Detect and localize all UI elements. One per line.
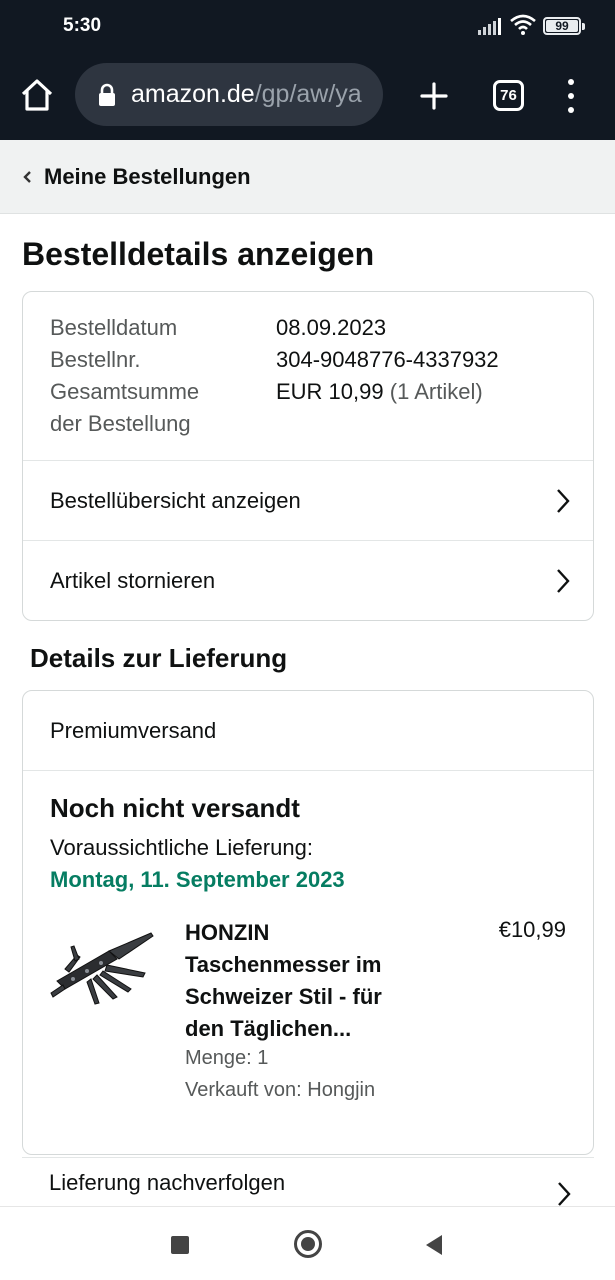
view-order-summary-link[interactable]: Bestellübersicht anzeigen (23, 460, 593, 540)
tabs-icon[interactable]: 76 (493, 80, 524, 111)
wifi-icon (510, 14, 536, 35)
lock-icon (99, 83, 115, 106)
order-total-items: (1 Artikel) (389, 379, 483, 404)
product-seller: Verkauft von: Hongjin (185, 1079, 376, 1101)
android-nav-bar (0, 1206, 615, 1280)
shipment-status: Noch nicht versandt (50, 793, 300, 823)
order-total-label-1: Gesamtsumme (50, 379, 200, 404)
product-quantity: Menge: 1 (185, 1047, 269, 1069)
signal-icon (478, 17, 502, 35)
order-summary-card: Bestelldatum 08.09.2023 Bestellnr. 304-9… (22, 291, 594, 621)
battery-icon: 99 (543, 17, 585, 35)
browser-chrome: 5:30 99 amazon.de/gp/aw/ya 76 (0, 0, 615, 140)
nav-back-icon[interactable] (424, 1234, 444, 1256)
battery-level: 99 (555, 19, 569, 33)
shipping-method: Premiumversand (23, 691, 593, 771)
order-total-amount: EUR 10,99 (276, 379, 384, 404)
order-number-label: Bestellnr. (50, 347, 141, 372)
page-title: Bestelldetails anzeigen (22, 236, 375, 272)
chevron-right-icon (557, 569, 570, 593)
nav-recents-icon[interactable] (171, 1236, 189, 1254)
order-total-value: EUR 10,99 (1 Artikel) (276, 376, 483, 408)
status-time: 5:30 (63, 15, 102, 36)
chevron-right-icon (557, 489, 570, 513)
chevron-right-icon (558, 1182, 571, 1206)
delivery-card: Premiumversand Noch nicht versandt Vorau… (22, 690, 594, 1155)
product-title-link[interactable]: HONZIN Taschenmesser im Schweizer Stil -… (185, 917, 415, 1045)
track-delivery-label: Lieferung nachverfolgen (49, 1169, 286, 1195)
plus-icon[interactable] (418, 80, 450, 112)
order-total-label-2: der Bestellung (50, 411, 191, 436)
eta-date: Montag, 11. September 2023 (50, 867, 345, 892)
track-delivery-link[interactable]: Lieferung nachverfolgen (22, 1157, 594, 1207)
nav-home-icon[interactable] (294, 1230, 322, 1258)
delivery-section-title: Details zur Lieferung (30, 643, 288, 673)
url-path: /gp/aw/ya (254, 80, 362, 108)
product-image[interactable] (47, 929, 157, 1009)
chevron-left-icon (23, 170, 31, 183)
product-price: €10,99 (498, 917, 566, 942)
order-number-value: 304-9048776-4337932 (276, 347, 499, 372)
order-summary-grid: Bestelldatum 08.09.2023 Bestellnr. 304-9… (50, 312, 570, 440)
cancel-items-label: Artikel stornieren (50, 567, 216, 593)
url-bar[interactable]: amazon.de/gp/aw/ya (75, 63, 383, 126)
home-icon[interactable] (18, 76, 56, 114)
view-order-summary-label: Bestellübersicht anzeigen (50, 487, 301, 513)
order-date-label: Bestelldatum (50, 315, 178, 340)
url-text: amazon.de/gp/aw/ya (131, 80, 362, 109)
breadcrumb-label: Meine Bestellungen (44, 163, 251, 189)
tab-count: 76 (500, 87, 517, 104)
more-vert-icon[interactable] (562, 79, 580, 113)
order-date-value: 08.09.2023 (276, 315, 387, 340)
eta-label: Voraussichtliche Lieferung: (50, 835, 313, 860)
cancel-items-link[interactable]: Artikel stornieren (23, 540, 593, 620)
url-host: amazon.de (131, 80, 255, 108)
breadcrumb[interactable]: Meine Bestellungen (0, 140, 615, 214)
